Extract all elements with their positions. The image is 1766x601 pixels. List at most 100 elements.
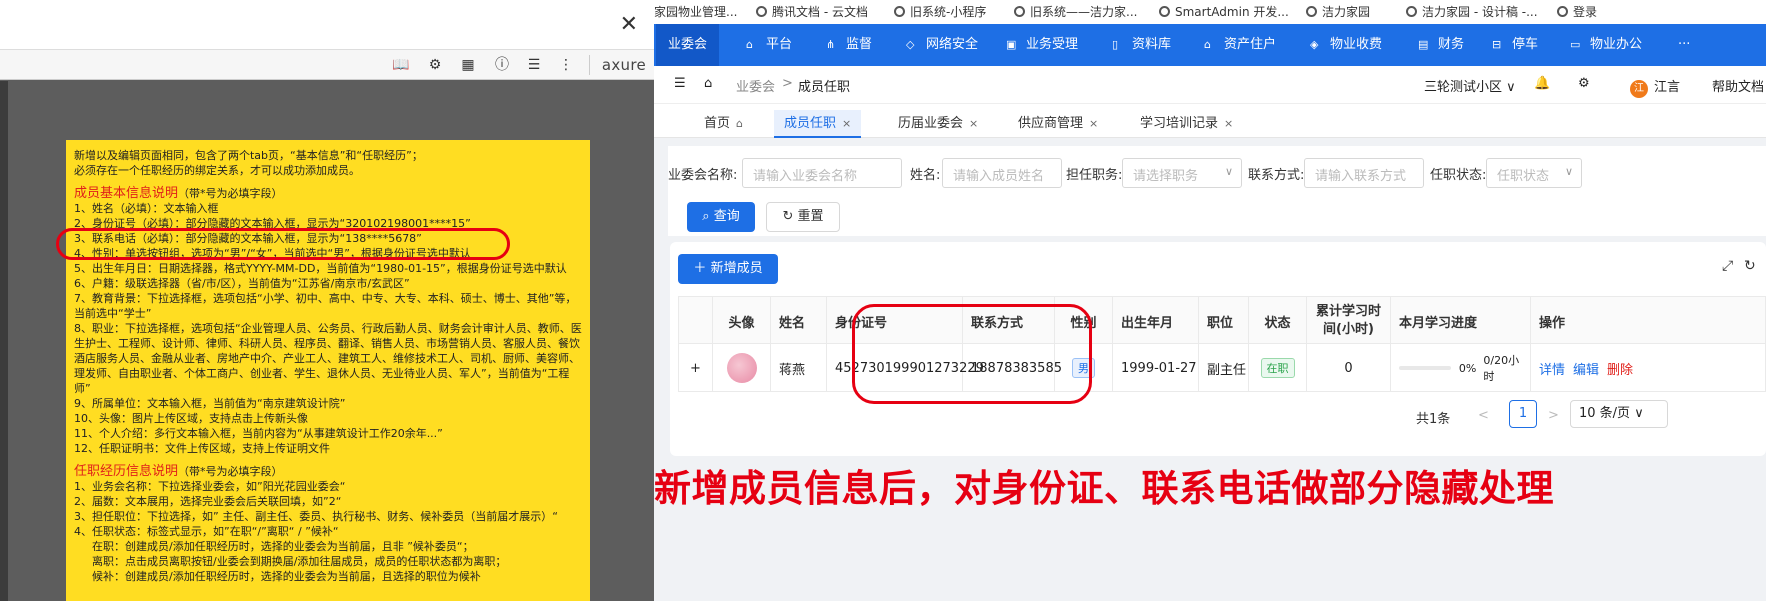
- member-name-input[interactable]: 请输入成员姓名: [942, 158, 1062, 188]
- note-heading-history: 任职经历信息说明（带*号为必填字段）: [74, 464, 582, 479]
- study-hours-cell: 0: [1307, 344, 1391, 392]
- nav-item-more[interactable]: ···: [1678, 24, 1690, 66]
- nav-item-finance[interactable]: ▤ 财务: [1418, 24, 1464, 66]
- note-intro-2: 必须存在一个任职经历的绑定关系，才可以成功添加成员。: [74, 164, 360, 177]
- tab-training[interactable]: 学习培训记录 ×: [1130, 110, 1243, 138]
- bookmark-label: 洁力家园 - 设计稿 -...: [1422, 5, 1538, 19]
- wallet-icon: ◈: [1310, 38, 1319, 51]
- gear-icon[interactable]: ⚙: [1578, 76, 1590, 91]
- community-select[interactable]: 三轮测试小区 ∨: [1424, 76, 1516, 95]
- nav-item-library[interactable]: ▯ 资料库: [1112, 24, 1171, 66]
- nav-item-assets[interactable]: ⌂ 资产住户: [1204, 24, 1276, 66]
- name-cell: 蒋燕: [771, 344, 827, 392]
- grid-icon[interactable]: ▦: [459, 56, 477, 74]
- filter-label: 担任职务:: [1066, 168, 1123, 183]
- bookmark[interactable]: 洁力家园: [1306, 3, 1370, 20]
- nav-item-fees[interactable]: ◈ 物业收费: [1310, 24, 1382, 66]
- doc-icon: ▯: [1112, 38, 1119, 51]
- user-menu[interactable]: 江江言: [1630, 76, 1680, 98]
- book-icon[interactable]: 📖: [392, 56, 410, 74]
- nav-label: 网络安全: [926, 37, 979, 52]
- refresh-icon: ↻: [782, 209, 794, 224]
- home-icon: ⌂: [736, 117, 743, 130]
- tab-history[interactable]: 历届业委会 ×: [888, 110, 988, 138]
- bookmark[interactable]: 旧系统——洁力家...: [1014, 3, 1137, 20]
- bookmark-icon: [894, 6, 905, 17]
- fullscreen-icon[interactable]: ⤢: [1722, 258, 1733, 274]
- bookmark[interactable]: 旧系统-小程序: [894, 3, 986, 20]
- bookmark[interactable]: SmartAdmin 开发...: [1159, 3, 1289, 20]
- axure-logo: axure: [588, 55, 646, 75]
- pager-page[interactable]: 1: [1509, 400, 1537, 428]
- status-select[interactable]: 任职状态 ∨: [1486, 158, 1582, 188]
- annotation-circle-left: [56, 228, 510, 260]
- breadcrumb-bar: ☰ ⌂ 业委会 > 成员任职 三轮测试小区 ∨ 🔔 ⚙ 江江言 帮助文档: [654, 66, 1766, 104]
- bookmark-icon: [1306, 6, 1317, 17]
- tab-home[interactable]: 首页 ⌂: [694, 110, 753, 138]
- add-member-button[interactable]: ＋ 新增成员: [678, 254, 778, 284]
- close-icon[interactable]: ×: [1089, 117, 1098, 130]
- bookmark[interactable]: 腾讯文档 - 云文档: [756, 3, 868, 20]
- table-header-cell: 姓名: [771, 297, 827, 345]
- delete-link[interactable]: 删除: [1607, 359, 1633, 378]
- note-item: 2、届数：文本展用，选择完业委会后关联回填，如”2“: [74, 495, 342, 508]
- progress-text: 0/20小时: [1483, 354, 1520, 383]
- close-icon[interactable]: ×: [969, 117, 978, 130]
- tab-label: 成员任职: [784, 116, 837, 131]
- page-size-select[interactable]: 10 条/页 ∨: [1570, 400, 1668, 428]
- bookmark-icon: [1159, 6, 1170, 17]
- list-icon[interactable]: ☰: [525, 56, 543, 74]
- progress-percent: 0%: [1458, 361, 1477, 375]
- close-icon[interactable]: ×: [842, 117, 851, 130]
- reset-button[interactable]: ↻ 重置: [766, 202, 840, 232]
- table-header-cell: 累计学习时间(小时): [1307, 297, 1391, 345]
- annotation-caption: 新增成员信息后，对身份证、联系电话做部分隐藏处理: [654, 467, 1554, 510]
- detail-link[interactable]: 详情: [1539, 359, 1565, 378]
- edit-link[interactable]: 编辑: [1573, 359, 1599, 378]
- bookmark[interactable]: 家园物业管理...: [654, 3, 737, 20]
- search-button[interactable]: ⌕ 查询: [687, 202, 755, 232]
- breadcrumb-parent[interactable]: 业委会: [736, 76, 775, 95]
- nav-item-committee[interactable]: 业委会: [656, 24, 720, 66]
- close-icon[interactable]: ✕: [620, 12, 638, 37]
- contact-input[interactable]: 请输入联系方式: [1304, 158, 1424, 188]
- nav-label: 财务: [1438, 37, 1465, 52]
- position-select[interactable]: 请选择职务 ∨: [1122, 158, 1242, 188]
- note-item: 在职：创建成员/添加任职经历时，选择的业委会为当前届，且非 ”候补委员“；: [92, 540, 474, 553]
- settings-icon[interactable]: ⚙: [426, 56, 444, 74]
- nav-label: 资料库: [1132, 37, 1172, 52]
- tab-label: 供应商管理: [1018, 116, 1084, 131]
- nav-item-security[interactable]: ◇ 网络安全: [906, 24, 978, 66]
- tab-suppliers[interactable]: 供应商管理 ×: [1008, 110, 1108, 138]
- bookmark[interactable]: 登录: [1557, 3, 1597, 20]
- menu-toggle-icon[interactable]: ☰: [674, 76, 686, 91]
- close-icon[interactable]: ×: [1224, 117, 1233, 130]
- nav-item-parking[interactable]: ⊟ 停车: [1492, 24, 1538, 66]
- home-icon[interactable]: ⌂: [704, 76, 712, 91]
- info-icon[interactable]: ⓘ: [493, 56, 511, 74]
- expand-row-button[interactable]: +: [679, 344, 713, 392]
- tab-members[interactable]: 成员任职 ×: [774, 110, 862, 138]
- nav-item-business[interactable]: ▣ 业务受理: [1006, 24, 1078, 66]
- screenshot-root: ✕ 📖 ⚙ ▦ ⓘ ☰ ⋮ axure 新增以及编辑页面相同，包含了两个tab页…: [0, 0, 1766, 601]
- help-link[interactable]: 帮助文档: [1712, 76, 1764, 95]
- page-tabs: 首页 ⌂ 成员任职 × 历届业委会 × 供应商管理 × 学习培训记录 ×: [654, 104, 1766, 138]
- pager-next[interactable]: >: [1548, 408, 1559, 423]
- bookmark-icon: [756, 6, 767, 17]
- more-icon[interactable]: ⋮: [557, 56, 575, 74]
- committee-name-input[interactable]: 请输入业委会名称: [742, 158, 902, 188]
- bookmark-label: 旧系统——洁力家...: [1030, 5, 1138, 19]
- bell-icon[interactable]: 🔔: [1534, 76, 1550, 91]
- bookmarks-bar: 家园物业管理... 腾讯文档 - 云文档 旧系统-小程序 旧系统——洁力家...…: [654, 0, 1766, 24]
- nav-item-office[interactable]: ▭ 物业办公: [1570, 24, 1642, 66]
- axure-spec-panel: ✕ 📖 ⚙ ▦ ⓘ ☰ ⋮ axure 新增以及编辑页面相同，包含了两个tab页…: [0, 0, 654, 601]
- note-item: 10、头像：图片上传区域，支持点击上传新头像: [74, 412, 308, 425]
- pager-prev[interactable]: <: [1478, 408, 1489, 423]
- refresh-icon[interactable]: ↻: [1744, 258, 1756, 274]
- nav-label: 平台: [766, 37, 793, 52]
- nav-item-supervise[interactable]: ⋔ 监督: [826, 24, 872, 66]
- user-name: 江言: [1654, 80, 1681, 95]
- bookmark[interactable]: 洁力家园 - 设计稿 -...: [1406, 3, 1538, 20]
- nav-label: 物业收费: [1330, 37, 1383, 52]
- nav-item-platform[interactable]: ⌂ 平台: [746, 24, 792, 66]
